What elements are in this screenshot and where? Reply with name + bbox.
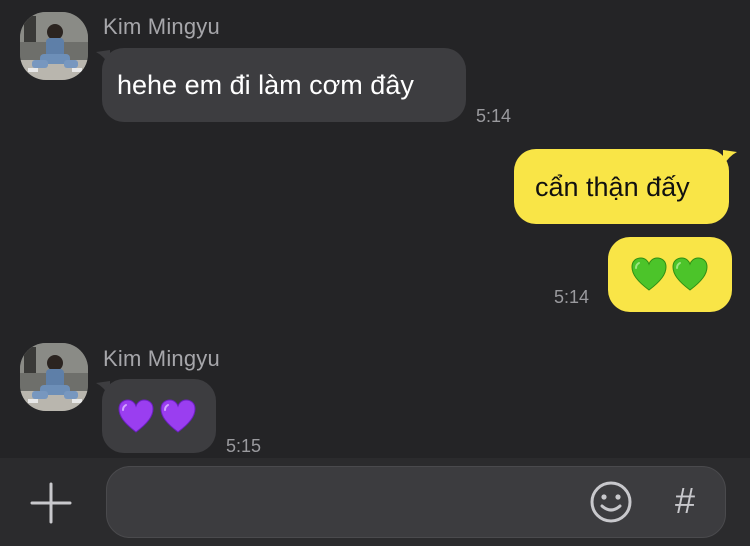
- message-text: cẩn thận đấy: [535, 172, 690, 202]
- green-heart-icon: [672, 257, 708, 291]
- sender-name: Kim Mingyu: [103, 14, 220, 39]
- message-input[interactable]: [131, 489, 585, 519]
- chat-area[interactable]: Kim Mingyu hehe em đi làm cơm đây 5:14 c…: [0, 0, 750, 458]
- plus-icon[interactable]: [28, 480, 74, 526]
- sender-avatar[interactable]: [20, 12, 88, 80]
- message-bubble[interactable]: 💜💜: [102, 379, 216, 453]
- message-bubble[interactable]: hehe em đi làm cơm đây: [102, 48, 466, 122]
- purple-heart-icon: [118, 399, 154, 433]
- message-time: 5:15: [226, 436, 262, 456]
- smiley-icon[interactable]: [589, 480, 633, 524]
- message-bubble[interactable]: cẩn thận đấy: [514, 149, 729, 224]
- message-time: 5:14: [554, 287, 590, 307]
- green-heart-icon: [631, 257, 667, 291]
- message-bubble[interactable]: 💚💚: [608, 237, 732, 312]
- message-input-box[interactable]: #: [106, 466, 726, 538]
- purple-heart-icon: [160, 399, 196, 433]
- hashtag-button[interactable]: #: [667, 479, 703, 523]
- message-text: hehe em đi làm cơm đây: [117, 70, 414, 100]
- sender-name: Kim Mingyu: [103, 346, 220, 371]
- message-time: 5:14: [476, 106, 512, 126]
- sender-avatar[interactable]: [20, 343, 88, 411]
- message-composer: #: [0, 458, 750, 546]
